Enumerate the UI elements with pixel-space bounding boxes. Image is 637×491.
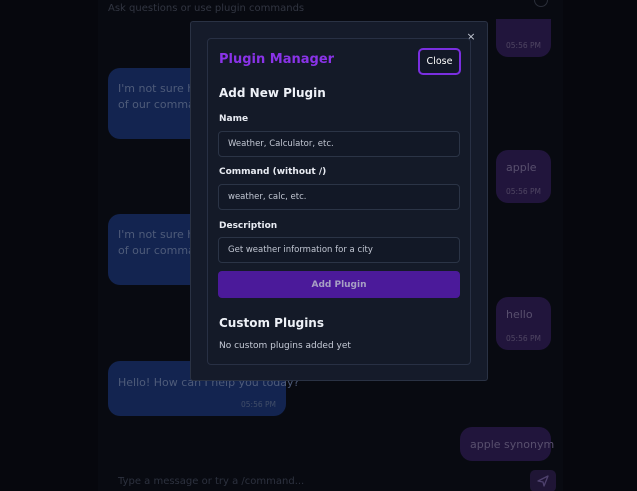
modal-title: Plugin Manager <box>219 52 335 67</box>
description-field[interactable]: Get weather information for a city <box>218 237 460 263</box>
add-plugin-button[interactable]: Add Plugin <box>218 271 460 298</box>
custom-plugins-heading: Custom Plugins <box>219 316 324 330</box>
app: Ask questions or use plugin commands 05:… <box>0 0 637 491</box>
close-button[interactable]: Close <box>418 48 461 75</box>
add-plugin-heading: Add New Plugin <box>219 86 326 100</box>
description-field-placeholder: Get weather information for a city <box>228 245 373 255</box>
description-label: Description <box>219 221 278 231</box>
command-field-placeholder: weather, calc, etc. <box>228 192 307 202</box>
command-label: Command (without /) <box>219 167 327 177</box>
name-label: Name <box>219 114 249 124</box>
empty-plugins-note: No custom plugins added yet <box>219 341 351 351</box>
name-field[interactable]: Weather, Calculator, etc. <box>218 131 460 157</box>
command-field[interactable]: weather, calc, etc. <box>218 184 460 210</box>
name-field-placeholder: Weather, Calculator, etc. <box>228 139 334 149</box>
